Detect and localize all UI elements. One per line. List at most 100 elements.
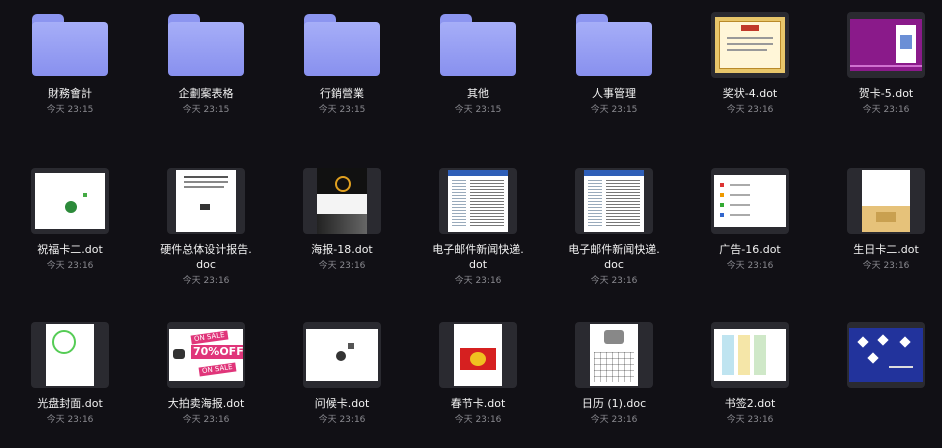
folder-item[interactable]: 企劃案表格 今天 23:15: [146, 12, 266, 116]
item-name: 其他: [467, 87, 489, 100]
item-time: 今天 23:16: [182, 276, 230, 286]
item-time: 今天 23:16: [318, 415, 366, 425]
item-name: 生日卡二.dot: [853, 243, 919, 256]
folder-icon: [439, 12, 517, 78]
file-item[interactable]: 电子邮件新闻快递.dot 今天 23:16: [418, 168, 538, 287]
file-item[interactable]: ON SALE 70%OFF ON SALE 大拍卖海报.dot 今天 23:1…: [146, 322, 266, 426]
file-item[interactable]: 硬件总体设计报告.doc 今天 23:16: [146, 168, 266, 287]
item-time: 今天 23:16: [318, 261, 366, 271]
folder-icon: [31, 12, 109, 78]
file-item[interactable]: 广告-16.dot 今天 23:16: [690, 168, 810, 272]
file-item[interactable]: 生日卡二.dot 今天 23:16: [826, 168, 942, 272]
item-name: 日历 (1).doc: [581, 397, 647, 410]
item-time: 今天 23:15: [318, 105, 366, 115]
file-thumbnail: [575, 322, 653, 388]
folder-icon: [167, 12, 245, 78]
file-item[interactable]: 贺卡-5.dot 今天 23:16: [826, 12, 942, 116]
item-time: 今天 23:15: [46, 105, 94, 115]
item-time: 今天 23:15: [182, 105, 230, 115]
bookmark-preview: [714, 329, 786, 381]
folder-item[interactable]: 人事管理 今天 23:15: [554, 12, 674, 116]
file-thumbnail: [439, 322, 517, 388]
file-grid: 財務會計 今天 23:15 企劃案表格 今天 23:15 行銷營業 今天 23:…: [0, 0, 942, 448]
item-time: 今天 23:16: [726, 415, 774, 425]
file-item[interactable]: 问候卡.dot 今天 23:16: [282, 322, 402, 426]
cd-cover-preview: [46, 324, 94, 386]
file-thumbnail: ON SALE 70%OFF ON SALE: [167, 322, 245, 388]
item-time: 今天 23:16: [862, 105, 910, 115]
ad-preview: [714, 175, 786, 227]
file-thumbnail: [711, 12, 789, 78]
file-item[interactable]: 奖状-4.dot 今天 23:16: [690, 12, 810, 116]
poster-preview: [317, 168, 367, 234]
item-name: 企劃案表格: [178, 87, 234, 100]
greeting-card-preview: [306, 329, 378, 381]
item-time: 今天 23:16: [46, 261, 94, 271]
item-time: 今天 23:16: [182, 415, 230, 425]
item-name: 人事管理: [592, 87, 636, 100]
file-thumbnail: [31, 168, 109, 234]
file-item[interactable]: 书签2.dot 今天 23:16: [690, 322, 810, 426]
item-name: 光盘封面.dot: [37, 397, 103, 410]
file-item[interactable]: 电子邮件新闻快递.doc 今天 23:16: [554, 168, 674, 287]
file-thumbnail: [847, 322, 925, 388]
file-thumbnail: [711, 168, 789, 234]
folder-icon: [303, 12, 381, 78]
item-time: 今天 23:16: [46, 415, 94, 425]
item-name: 祝福卡二.dot: [37, 243, 103, 256]
file-thumbnail: [847, 12, 925, 78]
item-name: 奖状-4.dot: [722, 87, 778, 100]
item-name: 问候卡.dot: [314, 397, 370, 410]
item-name: 广告-16.dot: [719, 243, 781, 256]
newsletter-preview: [448, 170, 508, 232]
item-name: 硬件总体设计报告.doc: [160, 243, 252, 271]
item-time: 今天 23:16: [726, 105, 774, 115]
sale-bottom-label: ON SALE: [198, 362, 237, 377]
item-name: 书签2.dot: [724, 397, 776, 410]
birthday-preview: [862, 170, 910, 232]
item-name: 电子邮件新闻快递.dot: [432, 243, 524, 271]
folder-item[interactable]: 其他 今天 23:15: [418, 12, 538, 116]
file-item[interactable]: [826, 322, 942, 388]
file-thumbnail: [575, 168, 653, 234]
folder-item[interactable]: 財務會計 今天 23:15: [10, 12, 130, 116]
file-item[interactable]: 日历 (1).doc 今天 23:16: [554, 322, 674, 426]
file-thumbnail: [303, 168, 381, 234]
file-thumbnail: [303, 322, 381, 388]
item-time: 今天 23:16: [590, 276, 638, 286]
item-time: 今天 23:16: [590, 415, 638, 425]
purple-card-preview: [850, 19, 922, 71]
new-year-card-preview: [849, 328, 923, 382]
file-item[interactable]: 光盘封面.dot 今天 23:16: [10, 322, 130, 426]
item-name: 海报-18.dot: [311, 243, 373, 256]
sale-poster-preview: ON SALE 70%OFF ON SALE: [169, 329, 243, 381]
file-thumbnail: [167, 168, 245, 234]
item-time: 今天 23:16: [726, 261, 774, 271]
sale-top-label: ON SALE: [190, 330, 229, 345]
item-name: 行銷營業: [320, 87, 364, 100]
item-time: 今天 23:15: [454, 105, 502, 115]
report-preview: [176, 170, 236, 232]
sale-mid-label: 70%OFF: [191, 345, 243, 359]
item-time: 今天 23:15: [590, 105, 638, 115]
spring-card-preview: [454, 324, 502, 386]
folder-icon: [575, 12, 653, 78]
certificate-preview: [715, 17, 785, 73]
file-thumbnail: [847, 168, 925, 234]
item-name: 財務會計: [48, 87, 92, 100]
file-item[interactable]: 春节卡.dot 今天 23:16: [418, 322, 538, 426]
file-item[interactable]: 海报-18.dot 今天 23:16: [282, 168, 402, 272]
item-time: 今天 23:16: [454, 415, 502, 425]
file-thumbnail: [31, 322, 109, 388]
newsletter-preview: [584, 170, 644, 232]
file-item[interactable]: 祝福卡二.dot 今天 23:16: [10, 168, 130, 272]
blessing-card-preview: [35, 173, 105, 229]
folder-item[interactable]: 行銷營業 今天 23:15: [282, 12, 402, 116]
calendar-preview: [590, 324, 638, 386]
item-name: 春节卡.dot: [450, 397, 506, 410]
item-name: 贺卡-5.dot: [858, 87, 914, 100]
item-time: 今天 23:16: [862, 261, 910, 271]
file-thumbnail: [711, 322, 789, 388]
item-name: 大拍卖海报.dot: [167, 397, 245, 410]
file-thumbnail: [439, 168, 517, 234]
